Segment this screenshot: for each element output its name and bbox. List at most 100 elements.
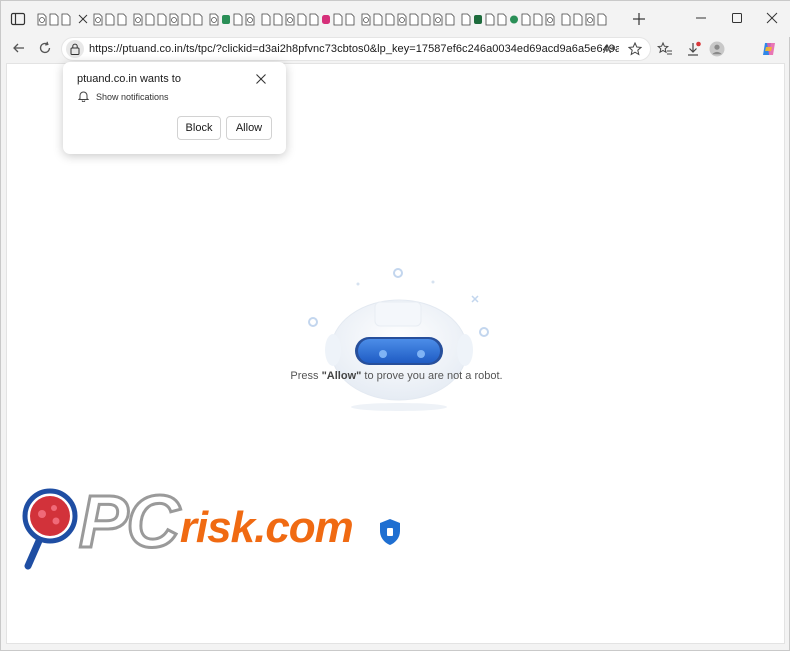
browser-tab[interactable] xyxy=(117,13,127,26)
browser-tab[interactable] xyxy=(409,13,419,26)
browser-tab[interactable] xyxy=(145,13,155,26)
browser-tab[interactable] xyxy=(473,13,483,26)
tab-favicon-icon xyxy=(561,13,571,25)
tab-favicon-icon xyxy=(545,13,555,25)
robot-illustration xyxy=(308,268,489,411)
browser-tab[interactable] xyxy=(49,13,59,26)
tab-favicon-icon xyxy=(285,13,295,25)
address-bar[interactable]: https://ptuand.co.in/ts/tpc/?clickid=d3a… xyxy=(61,37,651,61)
browser-tab[interactable] xyxy=(521,13,531,26)
bell-icon xyxy=(78,91,89,102)
tab-favicon-icon xyxy=(397,13,407,25)
permission-text: Show notifications xyxy=(96,92,169,102)
pcrisk-watermark: PC risk.com xyxy=(78,480,354,563)
watermark-pc: PC xyxy=(78,480,182,563)
browser-tab[interactable] xyxy=(273,13,283,26)
tab-favicon-icon xyxy=(433,13,443,25)
tab-favicon-icon xyxy=(245,13,255,25)
browser-tab[interactable] xyxy=(37,13,47,26)
tab-favicon-icon xyxy=(361,13,371,25)
tab-favicon-icon xyxy=(521,13,531,25)
browser-tab[interactable] xyxy=(105,13,115,26)
browser-tab[interactable] xyxy=(385,13,395,26)
tab-close-icon[interactable] xyxy=(77,13,89,25)
tab-favicon-icon xyxy=(133,13,143,25)
browser-tab[interactable] xyxy=(209,13,219,26)
allow-button[interactable]: Allow xyxy=(226,116,272,140)
tab-favicon-icon xyxy=(169,13,179,25)
browser-tab[interactable] xyxy=(445,13,455,26)
browser-tab[interactable] xyxy=(373,13,383,26)
browser-tab[interactable] xyxy=(397,13,407,26)
browser-tab[interactable] xyxy=(573,13,583,26)
browser-tab[interactable] xyxy=(61,13,71,26)
browser-tab[interactable] xyxy=(321,13,331,26)
pcrisk-logo-icon xyxy=(22,488,78,570)
tab-favicon-icon xyxy=(297,13,307,25)
browser-tab[interactable] xyxy=(597,13,607,26)
navigation-toolbar: https://ptuand.co.in/ts/tpc/?clickid=d3a… xyxy=(1,37,790,61)
browser-tab[interactable] xyxy=(533,13,543,26)
browser-tab[interactable] xyxy=(585,13,595,26)
browser-tab[interactable] xyxy=(421,13,431,26)
browser-tab[interactable] xyxy=(509,13,519,26)
tab-favicon-icon xyxy=(105,13,115,25)
shield-icon xyxy=(380,519,400,545)
tab-favicon-icon xyxy=(533,13,543,25)
tab-favicon-icon xyxy=(322,14,330,24)
watermark-risk: risk.com xyxy=(179,503,354,552)
close-icon[interactable] xyxy=(765,11,779,25)
minimize-icon[interactable] xyxy=(694,11,708,25)
tab-favicon-icon xyxy=(222,14,230,24)
browser-tab[interactable] xyxy=(361,13,371,26)
browser-tab[interactable] xyxy=(309,13,319,26)
maximize-icon[interactable] xyxy=(730,11,744,25)
browser-tab[interactable] xyxy=(333,13,343,26)
tab-favicon-icon xyxy=(209,13,219,25)
browser-tab[interactable] xyxy=(133,13,143,26)
site-info-button[interactable] xyxy=(66,40,84,58)
tab-favicon-icon xyxy=(510,15,518,23)
tab-favicon-icon xyxy=(333,13,343,25)
tab-favicon-icon xyxy=(193,13,203,25)
browser-tab[interactable] xyxy=(261,13,271,26)
browser-tab[interactable] xyxy=(461,13,471,26)
browser-tab[interactable] xyxy=(233,13,243,26)
browser-tab[interactable] xyxy=(297,13,307,26)
tab-favicon-icon xyxy=(273,13,283,25)
browser-tab[interactable] xyxy=(485,13,495,26)
reload-icon[interactable] xyxy=(37,40,53,56)
browser-tab[interactable] xyxy=(169,13,179,26)
popup-title: ptuand.co.in wants to xyxy=(77,73,181,85)
block-button[interactable]: Block xyxy=(177,116,221,140)
browser-tab[interactable] xyxy=(345,13,355,26)
browser-tab[interactable] xyxy=(181,13,191,26)
tab-favicon-icon xyxy=(37,13,47,25)
sidebar-toggle-icon[interactable] xyxy=(10,11,26,27)
browser-tab[interactable] xyxy=(245,13,255,26)
url-text[interactable]: https://ptuand.co.in/ts/tpc/?clickid=d3a… xyxy=(89,43,619,55)
tab-favicon-icon xyxy=(49,13,59,25)
browser-tab[interactable] xyxy=(221,13,231,26)
plus-icon[interactable] xyxy=(632,12,646,26)
profile-icon[interactable] xyxy=(709,41,725,57)
browser-tab[interactable] xyxy=(193,13,203,26)
browser-tab[interactable] xyxy=(157,13,167,26)
tab-favicon-icon xyxy=(61,13,71,25)
read-aloud-icon[interactable]: Aᵃ xyxy=(603,42,615,56)
star-icon[interactable] xyxy=(628,42,642,56)
back-icon[interactable] xyxy=(11,40,27,56)
browser-tab[interactable] xyxy=(285,13,295,26)
tab-favicon-icon xyxy=(421,13,431,25)
favorites-icon[interactable] xyxy=(657,41,673,57)
copilot-icon[interactable] xyxy=(761,41,777,57)
browser-tab[interactable] xyxy=(93,13,103,26)
browser-tab[interactable] xyxy=(545,13,555,26)
downloads-icon[interactable] xyxy=(685,41,701,57)
browser-tab[interactable] xyxy=(433,13,443,26)
notification-permission-popup: ptuand.co.in wants to Show notifications… xyxy=(63,62,286,154)
tab-favicon-icon xyxy=(145,13,155,25)
browser-tab[interactable] xyxy=(561,13,571,26)
browser-tab[interactable] xyxy=(497,13,507,26)
close-icon[interactable] xyxy=(255,73,267,85)
